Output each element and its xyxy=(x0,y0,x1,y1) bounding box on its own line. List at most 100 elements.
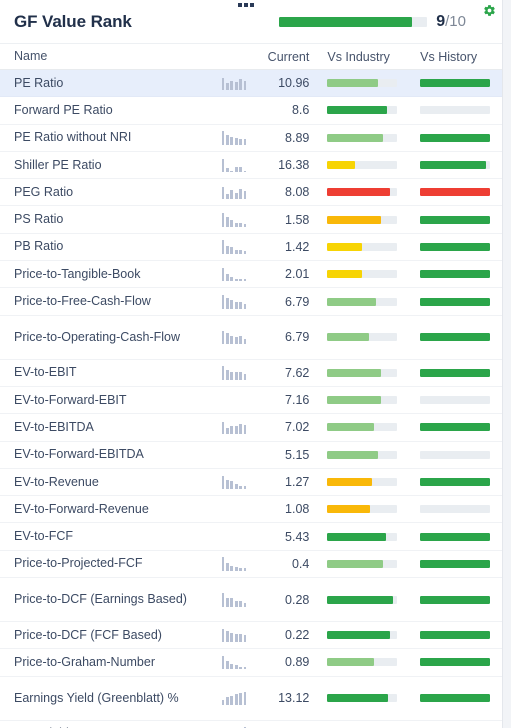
metric-current-value: 8.6 xyxy=(291,103,310,118)
vs-history-bar-track xyxy=(420,658,491,667)
metric-name: EV-to-FCF xyxy=(14,529,74,544)
table-row[interactable]: Price-to-Graham-Number 0.89 xyxy=(0,649,502,677)
column-header-spark-spacer xyxy=(222,50,264,64)
metric-current-value: 16.38 xyxy=(278,158,310,173)
vs-history-bar-track xyxy=(420,79,491,88)
metric-name: EV-to-Forward-EBIT xyxy=(14,392,127,407)
table-row[interactable]: EV-to-Forward-EBITDA 5.15 xyxy=(0,442,502,469)
table-row[interactable]: FCF Yield %15 xyxy=(0,721,502,728)
table-row[interactable]: Price-to-Operating-Cash-Flow 6.79 xyxy=(0,316,502,360)
metric-current-value: 0.28 xyxy=(285,592,310,607)
vs-industry-bar-track xyxy=(327,297,398,306)
metric-name: PB Ratio xyxy=(14,239,64,254)
vs-history-bar-fill xyxy=(420,215,491,224)
vs-industry-bar-fill xyxy=(327,631,390,640)
rank-value: 9 xyxy=(436,12,446,30)
table-row[interactable]: EV-to-Forward-Revenue 1.08 xyxy=(0,496,502,524)
vs-history-bar-cell xyxy=(410,161,502,170)
sparkline-icon xyxy=(221,185,264,200)
table-row[interactable]: Price-to-Tangible-Book 2.01 xyxy=(0,261,502,289)
card-header: GF Value Rank 9/10 xyxy=(0,0,502,43)
vs-industry-bar-track xyxy=(327,478,398,486)
vs-industry-bar-track xyxy=(327,368,398,377)
metric-name: EV-to-Forward-Revenue xyxy=(14,501,149,516)
metric-current-value: 8.08 xyxy=(285,185,310,200)
table-row[interactable]: Price-to-Free-Cash-Flow 6.79 xyxy=(0,288,502,316)
metric-current-value: 13.12 xyxy=(278,691,310,706)
vs-history-bar-cell xyxy=(410,694,502,703)
sparkline-icon xyxy=(221,420,264,435)
vs-history-bar-cell xyxy=(410,631,502,640)
table-row[interactable]: Forward PE Ratio 8.6 xyxy=(0,97,502,125)
sparkline-icon xyxy=(221,628,264,643)
table-row[interactable]: EV-to-EBITDA 7.02 xyxy=(0,414,502,442)
vs-history-bar-fill xyxy=(420,595,491,604)
table-row[interactable]: PB Ratio 1.42 xyxy=(0,234,502,262)
vs-industry-bar-cell xyxy=(317,106,410,115)
table-row[interactable]: PE Ratio without NRI 8.89 xyxy=(0,125,502,152)
metric-name: Price-to-DCF (FCF Based) xyxy=(14,627,162,642)
vs-history-bar-cell xyxy=(410,215,502,224)
metric-current-value: 8.89 xyxy=(285,130,310,145)
vs-history-bar-track xyxy=(420,242,491,251)
table-row[interactable]: EV-to-Revenue 1.27 xyxy=(0,469,502,497)
vs-history-bar-fill xyxy=(420,423,491,432)
more-dots-icon[interactable] xyxy=(238,3,254,7)
metric-name: Price-to-Graham-Number xyxy=(14,654,156,669)
metric-name: PE Ratio xyxy=(14,75,64,90)
vs-history-bar-fill xyxy=(420,368,491,377)
vs-industry-bar-cell xyxy=(317,242,410,251)
vs-industry-bar-fill xyxy=(327,423,374,432)
vs-history-bar-cell xyxy=(410,658,502,667)
table-row[interactable]: PEG Ratio 8.08 xyxy=(0,179,502,207)
metric-current-value: 5.43 xyxy=(285,529,310,544)
sparkline-empty xyxy=(222,530,264,544)
vs-industry-bar-track xyxy=(327,450,398,459)
vs-history-bar-fill xyxy=(420,297,491,306)
vs-history-bar-track xyxy=(420,188,491,197)
table-row[interactable]: PE Ratio 10.96 xyxy=(0,70,502,98)
table-row[interactable]: Earnings Yield (Greenblatt) % 13.12 xyxy=(0,677,502,721)
vs-history-bar-cell xyxy=(410,559,502,568)
vs-history-bar-track xyxy=(420,133,491,142)
sparkline-icon xyxy=(221,295,264,309)
sparkline-icon xyxy=(221,557,264,571)
sparkline-icon xyxy=(221,76,264,91)
vs-industry-bar-fill xyxy=(327,532,387,541)
table-row[interactable]: EV-to-EBIT 7.62 xyxy=(0,360,502,387)
metric-current-value: 0.89 xyxy=(285,655,310,670)
vs-history-bar-track xyxy=(420,631,491,640)
table-row[interactable]: Price-to-DCF (FCF Based) 0.22 xyxy=(0,622,502,650)
vs-history-bar-track xyxy=(420,478,491,486)
metric-name: Price-to-DCF (Earnings Based) xyxy=(14,592,187,607)
vs-industry-bar-fill xyxy=(327,242,363,251)
vs-industry-bar-fill xyxy=(327,694,388,703)
table-row[interactable]: Shiller PE Ratio 16.38 xyxy=(0,152,502,180)
vs-industry-bar-cell xyxy=(317,559,410,568)
vs-industry-bar-fill xyxy=(327,188,390,197)
vs-industry-bar-track xyxy=(327,161,398,170)
column-header-name: Name xyxy=(14,49,48,63)
vs-history-bar-fill xyxy=(420,242,491,251)
vs-history-bar-track xyxy=(420,532,491,541)
table-row[interactable]: PS Ratio 1.58 xyxy=(0,206,502,234)
vs-history-bar-cell xyxy=(410,188,502,197)
vs-industry-bar-fill xyxy=(327,658,374,667)
vs-history-bar-track xyxy=(420,333,491,342)
metric-current-value: 1.27 xyxy=(285,475,310,489)
vs-industry-bar-fill xyxy=(327,396,381,405)
table-row[interactable]: Price-to-Projected-FCF 0.4 xyxy=(0,551,502,579)
metric-name: Price-to-Projected-FCF xyxy=(14,556,143,571)
vs-history-bar-cell xyxy=(410,505,502,514)
table-row[interactable]: EV-to-Forward-EBIT 7.16 xyxy=(0,387,502,415)
gear-icon[interactable] xyxy=(483,4,496,17)
page-title: GF Value Rank xyxy=(14,11,132,31)
table-row[interactable]: EV-to-FCF 5.43 xyxy=(0,523,502,551)
vs-history-bar-track xyxy=(420,396,491,405)
sparkline-icon xyxy=(221,158,264,173)
vs-industry-bar-cell xyxy=(317,631,410,640)
vs-industry-bar-track xyxy=(327,133,398,142)
table-row[interactable]: Price-to-DCF (Earnings Based) 0.28 xyxy=(0,578,502,623)
column-header-vs-industry: Vs Industry xyxy=(327,49,390,64)
metric-name: Price-to-Tangible-Book xyxy=(14,266,141,281)
